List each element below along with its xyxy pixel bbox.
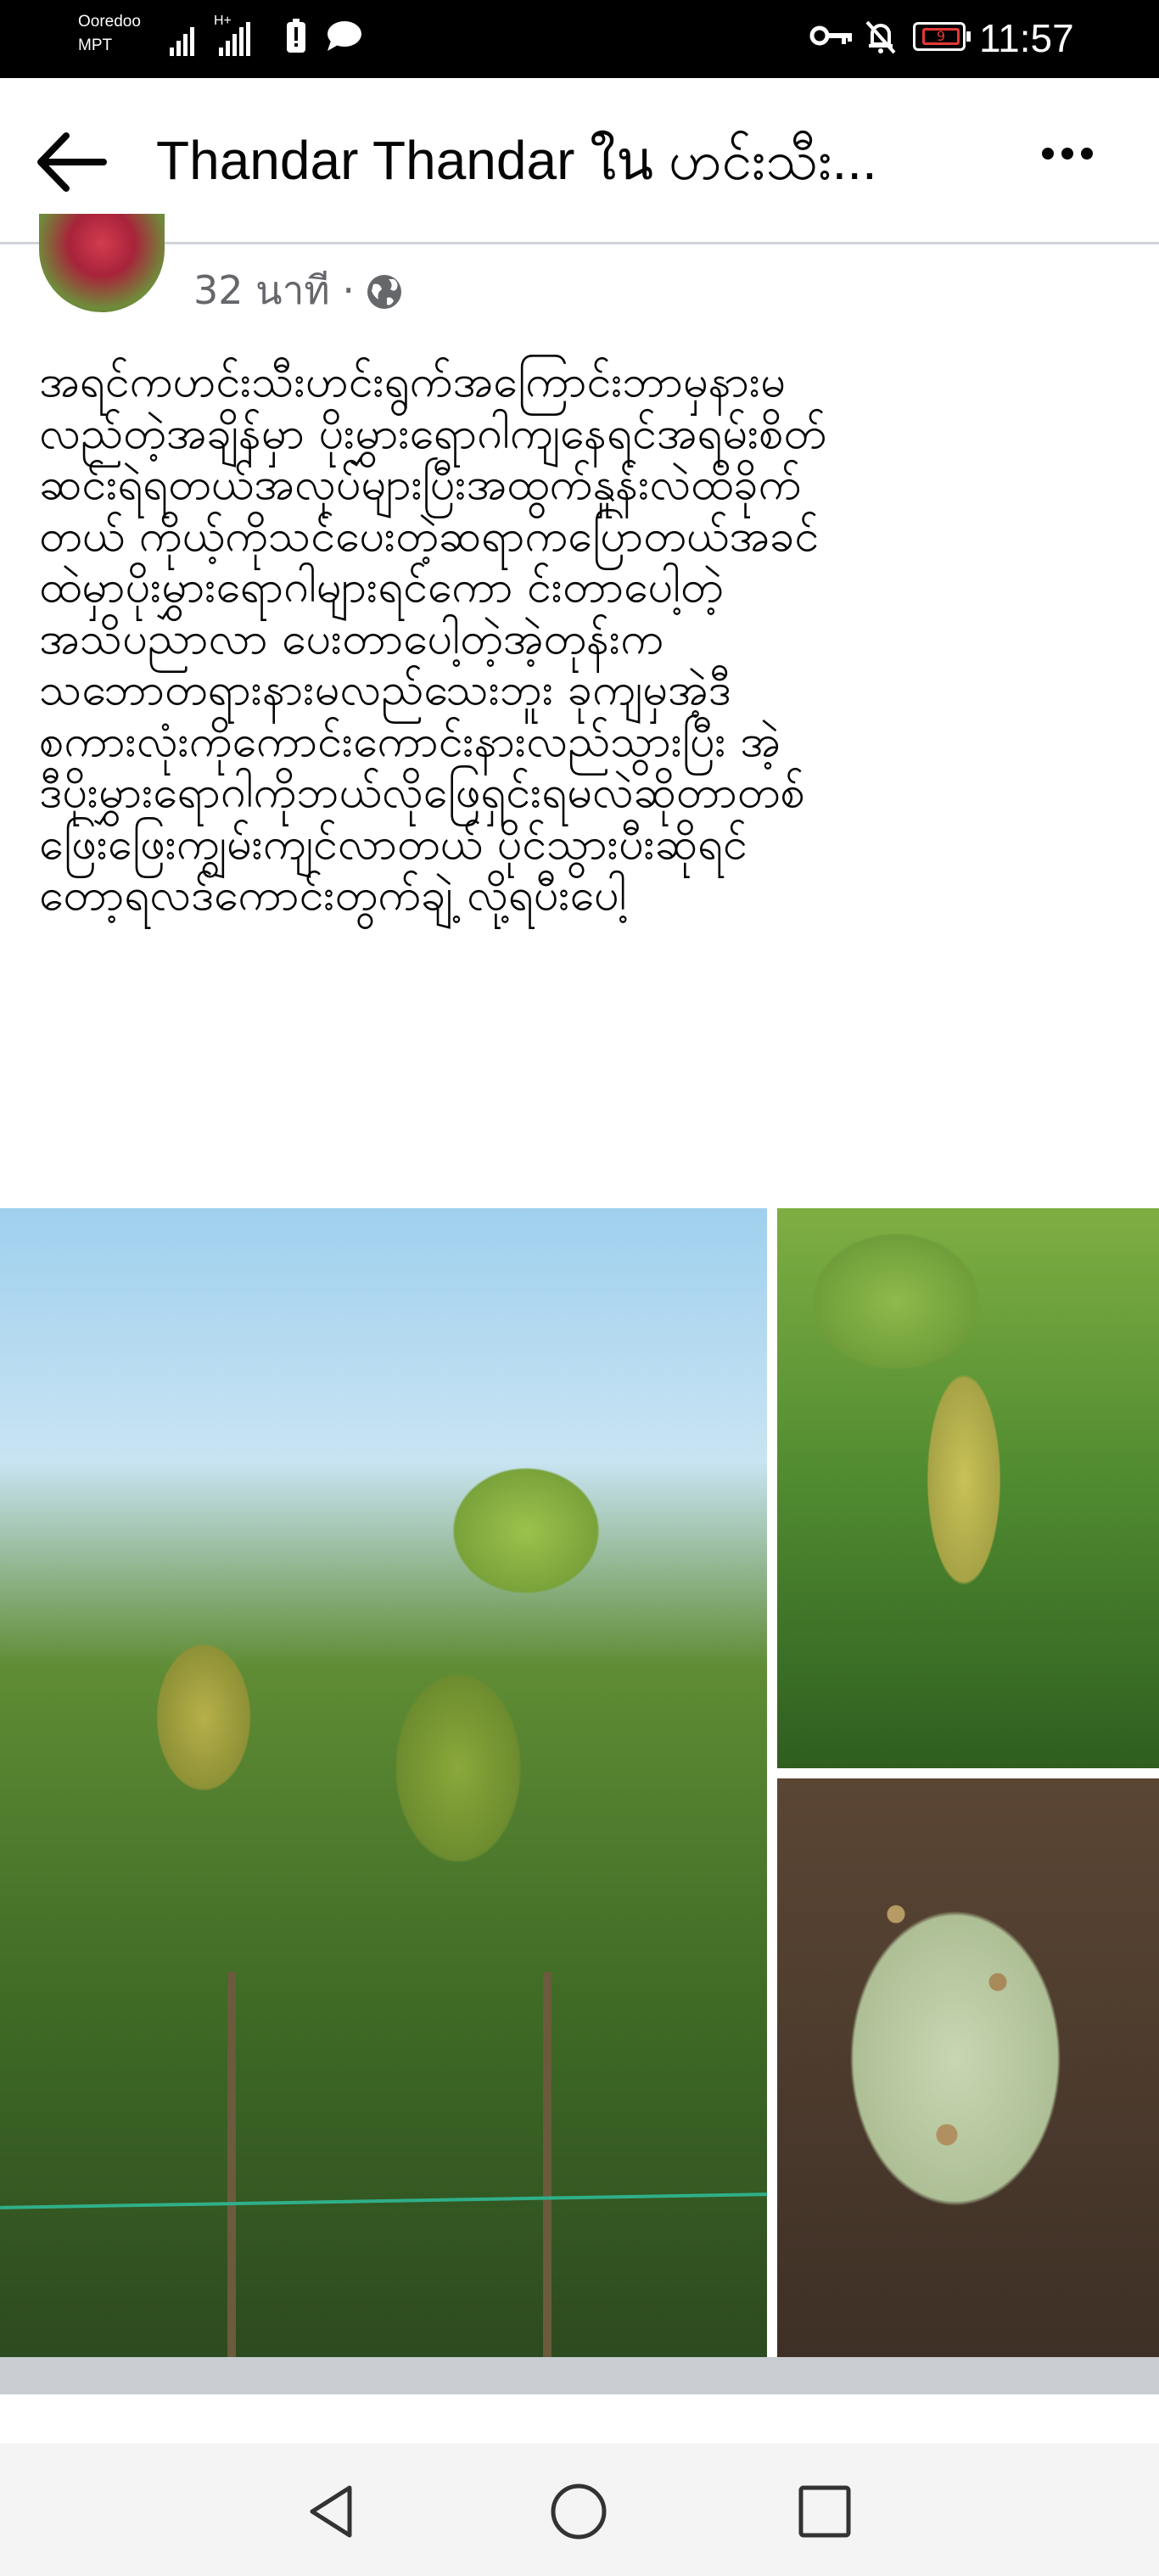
post-text-line: စကားလုံးကိုကောင်းကောင်းနားလည်သွားပြီး အဲ… xyxy=(39,715,781,767)
battery-icon: 9 xyxy=(913,22,971,51)
post-text-line: တယ် ကိုယ့်ကိုသင်ပေးတဲ့ဆရာကပြောတယ်အခင် xyxy=(39,510,820,562)
post-text-line: ဒီပိုးမွှားရောဂါကိုဘယ်လိုဖြေရှင်းရမလဲဆို… xyxy=(39,767,805,818)
globe-icon xyxy=(365,271,404,310)
nav-recents-icon[interactable] xyxy=(791,2478,859,2545)
page-title[interactable]: Thandar Thandar ใน ဟင်းသီး... xyxy=(156,122,954,199)
carrier-info: Ooredoo MPT xyxy=(78,10,141,58)
carrier-name: Ooredoo xyxy=(78,13,141,31)
back-arrow-icon[interactable] xyxy=(34,129,110,195)
status-bar: Ooredoo MPT H+ 9 11:57 xyxy=(0,0,1159,78)
post-text-line: အသိပညာလာ ပေးတာပေါ့တဲ့အဲ့တုန်းက xyxy=(39,613,663,664)
post-photo-top-right[interactable] xyxy=(777,1208,1159,1768)
post-text-line: ထဲမှာပိုးမွှားရောဂါများရင်ကော င်းတာပေါ့တ… xyxy=(39,562,724,613)
post-text-line: ဆင်းရဲရတယ်အလုပ်များပြီးအထွက်နှုန်းလဲထိခိ… xyxy=(39,459,802,510)
avatar[interactable] xyxy=(39,214,165,312)
plant-stake xyxy=(543,1972,552,2357)
post-body: အရင်ကဟင်းသီးဟင်းရွက်အကြောင်းဘာမှနားမ လည်… xyxy=(39,356,1134,921)
post-text-line: တော့ရလဒ်ကောင်းတွက်ချဲ့ လို့ရပီးပေါ့ xyxy=(39,870,627,921)
more-options-icon[interactable] xyxy=(1042,148,1093,160)
message-icon xyxy=(324,19,363,62)
post-text-line: လည်တဲ့အချိန်မှာ ပိုးမွှားရောဂါကျနေရင်အရမ… xyxy=(39,407,827,459)
key-icon xyxy=(809,19,855,62)
post-text-line: အရင်ကဟင်းသီးဟင်းရွက်အကြောင်းဘာမှနားမ xyxy=(39,356,786,407)
battery-level: 9 xyxy=(922,28,960,45)
nav-home-icon[interactable] xyxy=(545,2478,613,2545)
signal-icon xyxy=(170,19,194,56)
network-type-label: H+ xyxy=(214,14,232,28)
plant-stake xyxy=(227,1972,236,2357)
battery-saver-icon xyxy=(285,19,307,64)
trellis-string xyxy=(0,2192,767,2209)
post-text-line: သဘောတရားနားမလည်သေးဘူး ခုကျမှအဲ့ဒီ xyxy=(39,664,731,715)
app-header: Thandar Thandar ใน ဟင်းသီး... xyxy=(0,78,1159,244)
nav-back-icon[interactable] xyxy=(299,2478,367,2545)
post-text-line: ဖြေးဖြေးကျွမ်းကျင်လာတယ် ပိုင်သွားပီးဆိုရ… xyxy=(39,818,747,870)
mute-icon xyxy=(862,19,899,65)
post-photo-main[interactable] xyxy=(0,1208,767,2357)
clock: 11:57 xyxy=(979,16,1074,60)
post-photo-bottom-right[interactable] xyxy=(777,1778,1159,2357)
post-meta: 32 นาที · xyxy=(193,263,404,317)
system-navigation-bar xyxy=(0,2444,1159,2576)
carrier-name-secondary: MPT xyxy=(78,36,113,54)
feed-separator xyxy=(0,2357,1159,2394)
post-timestamp[interactable]: 32 นาที · xyxy=(193,263,355,317)
